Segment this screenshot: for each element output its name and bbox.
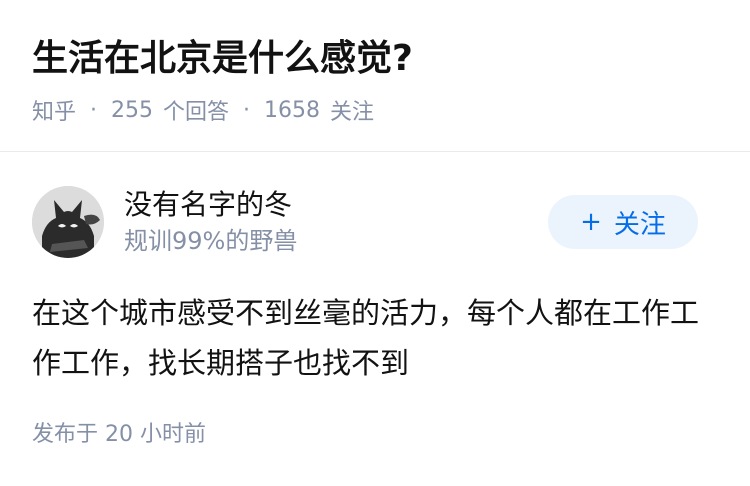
avatar[interactable] — [32, 186, 104, 258]
answer-count-label: 个回答 — [163, 100, 230, 125]
divider — [0, 151, 750, 152]
follower-count-label: 关注 — [330, 100, 375, 125]
cat-avatar-icon — [32, 186, 104, 258]
plus-icon: + — [580, 207, 602, 237]
question-header: 生活在北京是什么感觉? 知乎 · 255 个回答 · 1658 关注 — [0, 0, 750, 150]
answer-page: 生活在北京是什么感觉? 知乎 · 255 个回答 · 1658 关注 没有名字的… — [0, 0, 750, 486]
meta-separator: · — [90, 97, 98, 123]
answer-count: 255 — [111, 97, 154, 123]
author-name[interactable]: 没有名字的冬 — [124, 186, 292, 224]
question-meta: 知乎 · 255 个回答 · 1658 关注 — [32, 92, 374, 128]
question-title[interactable]: 生活在北京是什么感觉? — [32, 34, 413, 84]
follow-button[interactable]: + 关注 — [548, 195, 698, 249]
follow-button-label: 关注 — [613, 209, 666, 240]
author-row: 没有名字的冬 规训99%的野兽 + 关注 — [0, 180, 750, 270]
answer-content[interactable]: 在这个城市感受不到丝毫的活力，每个人都在工作工作工作，找长期搭子也找不到 — [32, 288, 712, 388]
source-label[interactable]: 知乎 — [32, 94, 76, 126]
publish-time: 发布于 20 小时前 — [32, 422, 206, 447]
follower-count: 1658 — [264, 97, 321, 123]
meta-separator: · — [243, 97, 251, 123]
author-bio: 规训99%的野兽 — [124, 227, 298, 255]
